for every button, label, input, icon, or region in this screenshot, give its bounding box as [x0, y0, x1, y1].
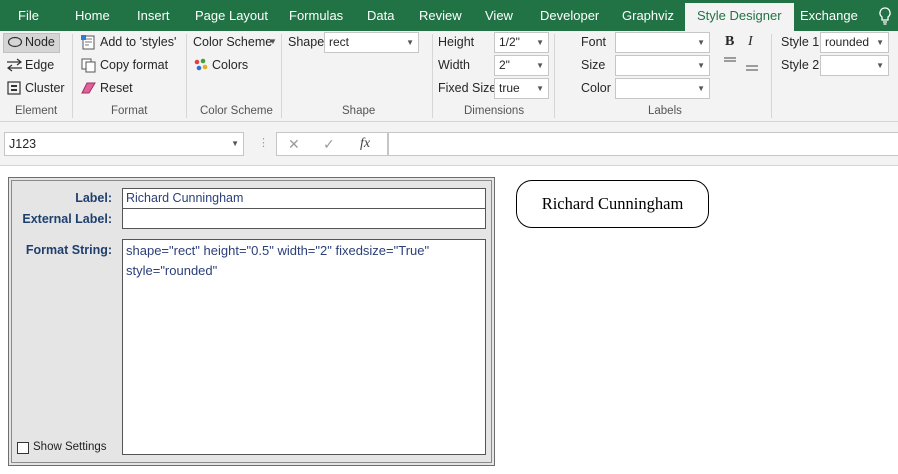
formula-bar: J123 ▼ ⋮ ✕ ✓ fx	[0, 122, 898, 166]
tab-file[interactable]: File	[18, 0, 39, 31]
ribbon-tab-bar: File Home Insert Page Layout Formulas Da…	[0, 0, 898, 31]
divider	[432, 34, 433, 118]
cluster-box-icon	[7, 81, 21, 98]
bold-button[interactable]: B	[725, 34, 734, 50]
tab-insert[interactable]: Insert	[137, 0, 170, 31]
align-bottom-icon[interactable]	[745, 61, 759, 76]
reset-button[interactable]: Reset	[100, 81, 133, 95]
height-select[interactable]: 1/2" ▼	[494, 32, 549, 53]
width-value: 2"	[499, 58, 510, 72]
group-label-shape: Shape	[342, 105, 376, 117]
insert-function-icon[interactable]: fx	[360, 136, 370, 152]
group-label-color-scheme: Color Scheme	[200, 105, 273, 117]
height-value: 1/2"	[499, 35, 520, 49]
tab-home[interactable]: Home	[75, 0, 110, 31]
chevron-down-icon: ▼	[697, 61, 705, 70]
italic-button[interactable]: I	[748, 34, 753, 50]
align-top-icon[interactable]	[723, 55, 737, 70]
chevron-down-icon: ▼	[697, 84, 705, 93]
group-label-format: Format	[111, 105, 148, 117]
chevron-down-icon: ▼	[876, 38, 884, 47]
chevron-down-icon: ▼	[876, 61, 884, 70]
shape-label: Shape	[288, 35, 325, 49]
enter-icon[interactable]: ✓	[323, 136, 335, 153]
size-label: Size	[581, 58, 606, 72]
color-label: Color	[581, 81, 611, 95]
divider	[186, 34, 187, 118]
fixed-size-value: true	[499, 81, 520, 95]
cancel-icon[interactable]: ✕	[288, 136, 300, 153]
node-ellipse-icon	[7, 36, 23, 51]
chevron-down-icon: ▼	[406, 38, 414, 47]
tab-page-layout[interactable]: Page Layout	[195, 0, 268, 31]
external-label-input[interactable]	[122, 208, 486, 229]
height-label: Height	[438, 35, 475, 49]
formula-buttons: ✕ ✓ fx	[276, 132, 388, 156]
edge-button[interactable]: Edge	[25, 58, 54, 72]
divider	[281, 34, 282, 118]
add-to-styles-button[interactable]: Add to 'styles'	[100, 35, 176, 49]
group-label-element: Element	[15, 105, 58, 117]
chevron-down-icon: ▼	[231, 139, 239, 148]
tab-view[interactable]: View	[485, 0, 513, 31]
tab-formulas[interactable]: Formulas	[289, 0, 343, 31]
width-select[interactable]: 2" ▼	[494, 55, 549, 76]
group-label-labels: Labels	[648, 105, 682, 117]
chevron-down-icon: ▼	[536, 61, 544, 70]
tab-style-designer[interactable]: Style Designer	[685, 3, 794, 31]
width-label: Width	[438, 58, 470, 72]
shape-select[interactable]: rect ▼	[324, 32, 419, 53]
fixed-size-select[interactable]: true ▼	[494, 78, 549, 99]
chevron-down-icon: ▼	[536, 38, 544, 47]
tab-data[interactable]: Data	[367, 0, 394, 31]
node-label[interactable]: Node	[25, 35, 55, 49]
size-select[interactable]: ▼	[615, 55, 710, 76]
style2-label: Style 2	[781, 58, 820, 72]
edge-arrows-icon	[6, 58, 23, 75]
copy-format-button[interactable]: Copy format	[100, 58, 168, 72]
eraser-icon	[81, 81, 97, 98]
graph-node: Richard Cunningham	[516, 180, 709, 228]
tab-developer[interactable]: Developer	[540, 0, 599, 31]
style2-select[interactable]: ▼	[820, 55, 889, 76]
add-style-icon	[81, 35, 96, 53]
divider	[771, 34, 772, 118]
divider	[72, 34, 73, 118]
chevron-down-icon: ▼	[536, 84, 544, 93]
font-label: Font	[581, 35, 607, 49]
font-select[interactable]: ▼	[615, 32, 710, 53]
copy-format-icon	[81, 58, 96, 76]
show-settings-label: Show Settings	[33, 441, 107, 453]
style1-value: rounded	[825, 35, 870, 49]
chevron-down-icon: ▼	[697, 38, 705, 47]
format-string-textarea[interactable]: shape="rect" height="0.5" width="2" fixe…	[122, 239, 486, 455]
label-caption: Label:	[75, 191, 112, 205]
name-box[interactable]: J123 ▼	[4, 132, 244, 156]
format-string-caption: Format String:	[25, 243, 112, 257]
name-box-value: J123	[9, 137, 37, 151]
label-input[interactable]: Richard Cunningham	[122, 188, 486, 209]
group-label-dimensions: Dimensions	[464, 105, 525, 117]
style-form-panel: Label: Richard Cunningham External Label…	[8, 177, 495, 466]
external-label-caption: External Label:	[22, 212, 112, 226]
chevron-down-icon: ▼	[269, 37, 277, 46]
lightbulb-icon[interactable]	[878, 0, 892, 31]
show-settings-checkbox[interactable]	[17, 442, 29, 454]
shape-value: rect	[329, 35, 350, 49]
fixed-size-label: Fixed Size	[438, 81, 497, 95]
palette-icon	[193, 58, 209, 75]
tab-review[interactable]: Review	[419, 0, 462, 31]
color-select[interactable]: ▼	[615, 78, 710, 99]
ribbon-body: Node Edge Cluster Element Add to 'styles…	[0, 31, 898, 122]
formula-input[interactable]	[388, 132, 898, 156]
colors-button[interactable]: Colors	[212, 58, 248, 72]
cluster-button[interactable]: Cluster	[25, 81, 65, 95]
style1-select[interactable]: rounded ▼	[820, 32, 889, 53]
tab-exchange[interactable]: Exchange	[800, 0, 858, 31]
color-scheme-dropdown[interactable]: Color Scheme	[193, 35, 272, 49]
divider	[554, 34, 555, 118]
drag-handle-icon[interactable]: ⋮	[258, 138, 269, 149]
tab-graphviz[interactable]: Graphviz	[622, 0, 674, 31]
style1-label: Style 1	[781, 35, 820, 49]
